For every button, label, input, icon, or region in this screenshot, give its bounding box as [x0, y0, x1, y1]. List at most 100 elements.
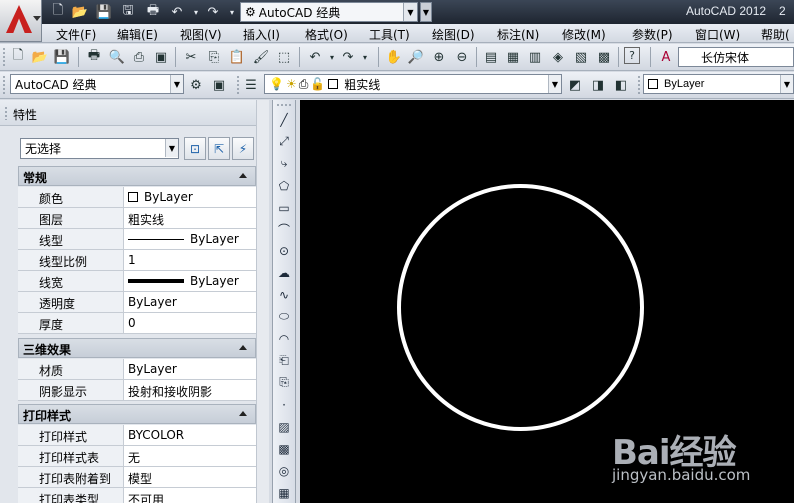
ellipse-arc-icon[interactable]: ◠ [274, 329, 294, 348]
point-icon[interactable]: · [274, 395, 294, 414]
spline-icon[interactable]: ∿ [274, 285, 294, 304]
menu-window[interactable]: 窗口(W) [695, 26, 740, 43]
workspace-save-icon[interactable]: ▣ [209, 75, 229, 95]
application-menu-button[interactable] [0, 0, 42, 42]
arc-icon[interactable]: ⌒ [274, 220, 294, 239]
property-row-transparency[interactable]: 透明度 ByLayer [18, 292, 256, 313]
plot-preview-icon[interactable]: 🔍 [107, 47, 127, 67]
menu-edit[interactable]: 编辑(E) [117, 26, 158, 43]
drawn-circle[interactable] [397, 184, 644, 431]
polyline-icon[interactable]: ⤷ [274, 154, 294, 173]
construction-line-icon[interactable]: ⤢ [274, 132, 294, 151]
color-combo[interactable]: ByLayer ▼ [643, 74, 794, 94]
cut-icon[interactable]: ✂ [181, 47, 201, 67]
menu-insert[interactable]: 插入(I) [243, 26, 280, 43]
section-3d-effects[interactable]: 三维效果 [18, 338, 256, 358]
insert-block-icon[interactable]: ⎗ [274, 351, 294, 370]
make-current-icon[interactable]: ◩ [565, 75, 585, 95]
menu-view[interactable]: 视图(V) [180, 26, 222, 43]
menu-draw[interactable]: 绘图(D) [432, 26, 475, 43]
property-row-plot-table-attached[interactable]: 打印表附着到 模型 [18, 467, 256, 488]
redo-icon[interactable]: ↷ [203, 2, 223, 22]
save-icon[interactable]: 💾 [94, 2, 114, 22]
markup-icon[interactable]: ▧ [571, 47, 591, 67]
match-properties-icon[interactable]: 🖌 [251, 47, 271, 67]
zoom-window-icon[interactable]: ⊕ [429, 47, 449, 67]
quick-access-customize-button[interactable]: ▼ [420, 2, 432, 22]
gradient-icon[interactable]: ▩ [274, 439, 294, 458]
toolbar-grip[interactable] [637, 75, 641, 95]
section-general[interactable]: 常规 [18, 166, 256, 186]
toolbar-grip[interactable] [2, 47, 6, 67]
region-icon[interactable]: ◎ [274, 461, 294, 480]
workspace-dropdown[interactable]: ⚙ AutoCAD 经典 ▼ [240, 2, 418, 22]
ellipse-icon[interactable]: ⬭ [274, 307, 294, 326]
text-style-icon[interactable]: A [656, 47, 676, 67]
line-icon[interactable]: ╱ [274, 110, 294, 129]
quick-select-button[interactable]: ⚡ [232, 137, 254, 160]
property-row-color[interactable]: 颜色 ByLayer [18, 187, 256, 208]
workspace-combo[interactable]: AutoCAD 经典 ▼ [10, 74, 184, 94]
table-icon[interactable]: ▦ [274, 483, 294, 502]
circle-icon[interactable]: ⊙ [274, 241, 294, 260]
revision-cloud-icon[interactable]: ☁ [274, 263, 294, 282]
layer-previous-icon[interactable]: ◨ [588, 75, 608, 95]
palette-scrollbar[interactable] [256, 100, 269, 503]
sheet-set-icon[interactable]: ◈ [548, 47, 568, 67]
property-row-shadow-display[interactable]: 阴影显示 投射和接收阴影 [18, 380, 256, 401]
block-editor-icon[interactable]: ⬚ [274, 47, 294, 67]
menu-modify[interactable]: 修改(M) [562, 26, 606, 43]
zoom-previous-icon[interactable]: ⊖ [452, 47, 472, 67]
rectangle-icon[interactable]: ▭ [274, 198, 294, 217]
select-objects-button[interactable]: ⇱ [208, 137, 230, 160]
property-row-lineweight[interactable]: 线宽 ByLayer [18, 271, 256, 292]
menu-dimension[interactable]: 标注(N) [497, 26, 539, 43]
toolbar-grip[interactable] [276, 103, 292, 107]
menu-help[interactable]: 帮助( [761, 26, 790, 43]
property-row-material[interactable]: 材质 ByLayer [18, 359, 256, 380]
menu-tools[interactable]: 工具(T) [369, 26, 410, 43]
property-row-layer[interactable]: 图层 粗实线 [18, 208, 256, 229]
selection-dropdown[interactable]: 无选择 ▼ [20, 138, 179, 159]
design-center-icon[interactable]: ▦ [503, 47, 523, 67]
workspace-settings-icon[interactable]: ⚙ [186, 75, 206, 95]
make-block-icon[interactable]: ⎘ [274, 373, 294, 392]
publish-icon[interactable]: ⎙ [129, 47, 149, 67]
3d-print-icon[interactable]: ▣ [151, 47, 171, 67]
property-row-linetype-scale[interactable]: 线型比例 1 [18, 250, 256, 271]
saveas-icon[interactable]: 🖫 [118, 2, 138, 22]
save-icon[interactable]: 💾 [52, 47, 72, 67]
toolbar-grip[interactable] [2, 75, 6, 95]
redo-dropdown-icon[interactable]: ▾ [222, 2, 242, 22]
hatch-icon[interactable]: ▨ [274, 417, 294, 436]
redo-dropdown-icon[interactable]: ▾ [355, 47, 375, 67]
open-icon[interactable]: 📂 [30, 47, 50, 67]
new-icon[interactable]: 🗋 [48, 2, 68, 22]
properties-icon[interactable]: ▤ [481, 47, 501, 67]
open-icon[interactable]: 📂 [70, 2, 90, 22]
toolbar-grip[interactable] [236, 75, 240, 95]
print-icon[interactable]: 🖶 [143, 2, 163, 22]
property-row-plot-table-type[interactable]: 打印表类型 不可用 [18, 488, 256, 503]
property-row-plot-style[interactable]: 打印样式 BYCOLOR [18, 425, 256, 446]
toggle-pickadd-button[interactable]: ⊡ [184, 137, 206, 160]
calculator-icon[interactable]: ▩ [594, 47, 614, 67]
layer-state-icon[interactable]: ◧ [611, 75, 631, 95]
layer-manager-icon[interactable]: ☰ [241, 75, 261, 95]
paste-icon[interactable]: 📋 [227, 47, 247, 67]
section-plot-style[interactable]: 打印样式 [18, 404, 256, 424]
new-icon[interactable]: 🗋 [8, 47, 28, 67]
help-icon[interactable]: ? [624, 47, 640, 64]
property-row-plot-style-table[interactable]: 打印样式表 无 [18, 446, 256, 467]
plot-icon[interactable]: 🖶 [84, 47, 104, 67]
menu-file[interactable]: 文件(F) [56, 26, 96, 43]
property-row-thickness[interactable]: 厚度 0 [18, 313, 256, 334]
palette-grip[interactable] [4, 106, 8, 120]
layer-combo[interactable]: 💡 ☀ ⎙ 🔓 粗实线 ▼ [264, 74, 562, 94]
menu-format[interactable]: 格式(O) [305, 26, 348, 43]
zoom-realtime-icon[interactable]: 🔎 [406, 47, 426, 67]
pan-icon[interactable]: ✋ [384, 47, 404, 67]
menu-parametric[interactable]: 参数(P) [632, 26, 673, 43]
text-style-dropdown[interactable]: 长仿宋体 [678, 47, 794, 67]
undo-icon[interactable]: ↶ [167, 2, 187, 22]
